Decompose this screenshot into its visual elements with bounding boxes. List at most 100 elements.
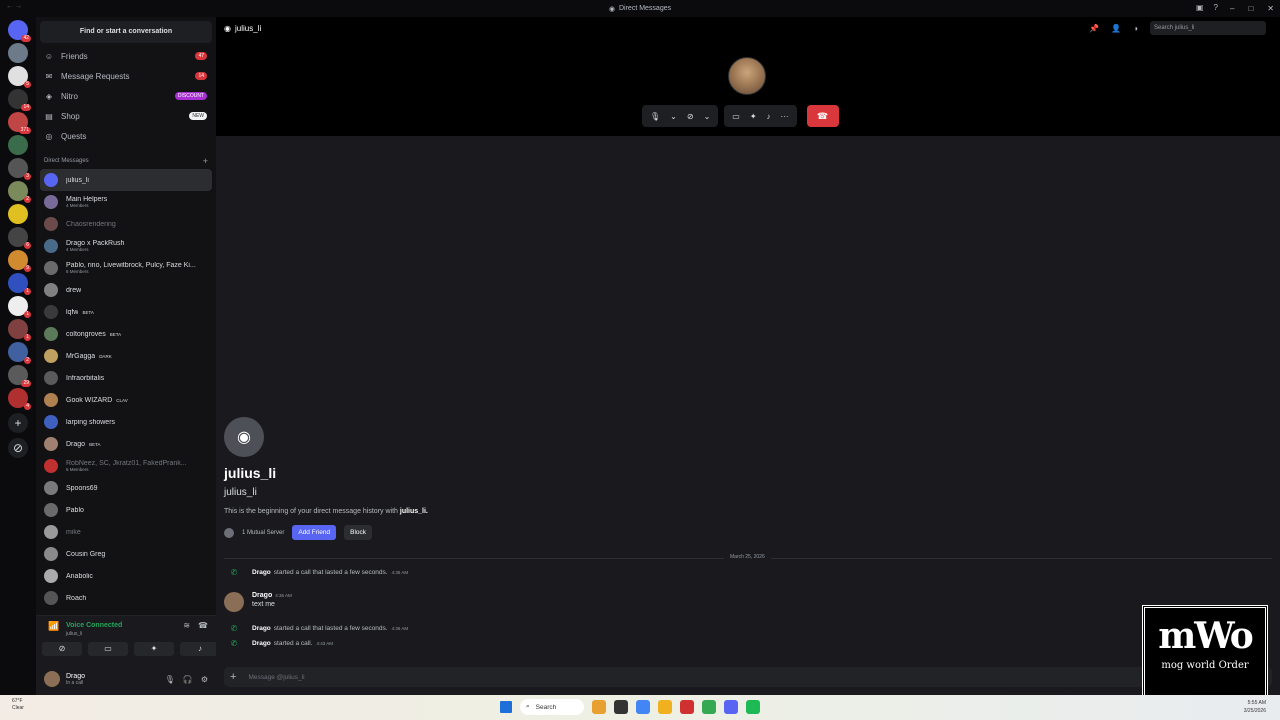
video-off-button[interactable]: ⊘ [42, 642, 82, 656]
nav-nitro[interactable]: ◈ Nitro DISCOUNT [36, 86, 216, 106]
block-button[interactable]: Block [344, 525, 373, 540]
server-icon[interactable]: 14 [8, 89, 31, 111]
mic-icon[interactable]: 🎙 [650, 112, 660, 121]
dm-item[interactable]: Anabolic [36, 565, 216, 587]
dm-item[interactable]: Spoons69 [36, 477, 216, 499]
nav-message-requests[interactable]: ✉ Message Requests 14 [36, 66, 216, 86]
dm-item[interactable]: coltongroves BETA [36, 323, 216, 345]
mutual-server-icon [224, 527, 234, 538]
dm-item[interactable]: Chaosrendering [36, 213, 216, 235]
dm-item[interactable]: lqfw BETA [36, 301, 216, 323]
message-composer[interactable]: + Message @julius_li [224, 667, 1272, 687]
create-dm-button[interactable]: + [203, 156, 208, 166]
minimize-button[interactable]: – [1230, 4, 1234, 13]
dm-item[interactable]: Drago x PackRush 4 Members [36, 235, 216, 257]
app-icon[interactable] [592, 700, 606, 714]
app-icon[interactable] [614, 700, 628, 714]
noise-suppression-icon[interactable]: ≋ [183, 621, 190, 630]
dm-item[interactable]: mike [36, 521, 216, 543]
gear-icon[interactable]: ⚙ [201, 675, 208, 684]
more-icon[interactable]: ··· [781, 112, 789, 121]
avatar [44, 671, 60, 687]
nav-arrows-icon[interactable]: ← → [6, 3, 22, 10]
message-input[interactable]: Message @julius_li [248, 674, 304, 681]
activities-button[interactable]: ✦ [134, 642, 174, 656]
soundboard-icon[interactable]: ♪ [767, 112, 771, 121]
folder-icon[interactable] [658, 700, 672, 714]
mutual-servers-link[interactable]: 1 Mutual Server [242, 530, 284, 536]
dm-item[interactable]: Roach [36, 587, 216, 609]
system-tray[interactable]: 5:55 AM 3/25/2026 [1244, 699, 1266, 715]
add-friend-button[interactable]: Add Friend [292, 525, 337, 540]
server-icon[interactable] [8, 204, 28, 224]
profile-icon[interactable]: ◑ [1133, 24, 1138, 33]
taskbar-search[interactable]: ⌕ Search [520, 699, 584, 715]
chevron-down-icon[interactable]: ⌄ [670, 112, 677, 121]
chrome-icon[interactable] [702, 700, 716, 714]
server-icon[interactable] [8, 43, 28, 63]
chevron-down-icon[interactable]: ⌄ [704, 112, 711, 121]
start-button[interactable] [500, 701, 512, 713]
chrome-icon[interactable] [636, 700, 650, 714]
weather-widget[interactable]: 67°F Clear [12, 698, 24, 712]
headphones-icon[interactable]: 🎧 [183, 675, 193, 684]
server-icon[interactable]: 9 [8, 250, 31, 272]
screen-share-icon[interactable]: ▭ [732, 112, 740, 121]
hang-up-button[interactable]: ☎ [806, 105, 839, 127]
dm-item[interactable]: Gook WIZARD CLAV [36, 389, 216, 411]
close-button[interactable]: ✕ [1267, 4, 1274, 13]
dm-item[interactable]: julius_li [40, 169, 212, 191]
discount-badge: DISCOUNT [174, 92, 207, 100]
nav-shop[interactable]: ▤ Shop NEW [36, 106, 216, 126]
mic-icon[interactable]: 🎙 [165, 675, 175, 684]
dm-item[interactable]: MrGagga DARK [36, 345, 216, 367]
soundboard-button[interactable]: ♪ [180, 642, 220, 656]
search-input[interactable]: Search julius_li [1150, 21, 1266, 35]
dm-item[interactable]: Drago BETA [36, 433, 216, 455]
server-icon[interactable]: 1 [8, 319, 31, 341]
inbox-icon[interactable]: ▣ [1196, 3, 1204, 12]
server-icon[interactable]: 29 [8, 365, 31, 387]
dm-item[interactable]: Main Helpers 4 Members [36, 191, 216, 213]
add-friend-icon[interactable]: 👤 [1111, 24, 1121, 33]
server-icon[interactable]: 1 [8, 296, 31, 318]
server-icon[interactable]: 5 [8, 66, 31, 88]
dm-item[interactable]: drew [36, 279, 216, 301]
discover-icon[interactable]: ⊘ [8, 438, 28, 458]
server-icon[interactable]: 2 [8, 342, 31, 364]
pin-icon[interactable]: 📌 [1089, 24, 1099, 33]
dm-item[interactable]: larping showers [36, 411, 216, 433]
camera-off-icon[interactable]: ⊘ [687, 112, 694, 121]
dm-item[interactable]: Infraorbitalis [36, 367, 216, 389]
maximize-button[interactable]: □ [1248, 4, 1253, 13]
dm-tag: BETA [89, 441, 101, 447]
server-icon[interactable]: 371 [8, 112, 31, 134]
nav-friends[interactable]: ☺ Friends 47 [36, 46, 216, 66]
activities-icon[interactable]: ✦ [750, 112, 757, 121]
dm-item[interactable]: RobNeez, SC, Jkratz01, FakedPrank... 6 Me… [36, 455, 216, 477]
screen-share-button[interactable]: ▭ [88, 642, 128, 656]
server-icon[interactable]: 6 [8, 227, 31, 249]
dm-item[interactable]: Pablo, rino, Livewitbrock, Pulcy, Faze K… [36, 257, 216, 279]
spotify-icon[interactable] [746, 700, 760, 714]
server-icon[interactable]: 3 [8, 158, 31, 180]
home-button[interactable]: 42 [8, 20, 31, 42]
server-icon[interactable]: 1 [8, 273, 31, 295]
server-icon[interactable] [8, 135, 28, 155]
server-icon[interactable]: 4 [8, 388, 31, 410]
discord-icon[interactable] [724, 700, 738, 714]
app-icon[interactable] [680, 700, 694, 714]
dm-item[interactable]: Cousin Greg [36, 543, 216, 565]
find-conversation-button[interactable]: Find or start a conversation [40, 21, 212, 43]
message-author[interactable]: Drago [252, 592, 272, 599]
attach-icon[interactable]: + [230, 671, 236, 683]
server-icon[interactable]: 2 [8, 181, 31, 203]
voice-channel[interactable]: julius_li [66, 631, 82, 637]
user-panel[interactable]: Drago In a call 🎙 🎧 ⚙ [36, 663, 216, 695]
help-icon[interactable]: ? [1214, 3, 1218, 12]
avatar[interactable] [224, 592, 244, 612]
disconnect-icon[interactable]: ☎ [198, 621, 208, 630]
add-server-button[interactable]: + [8, 413, 28, 433]
nav-quests[interactable]: ◎ Quests [36, 126, 216, 146]
dm-item[interactable]: Pablo [36, 499, 216, 521]
